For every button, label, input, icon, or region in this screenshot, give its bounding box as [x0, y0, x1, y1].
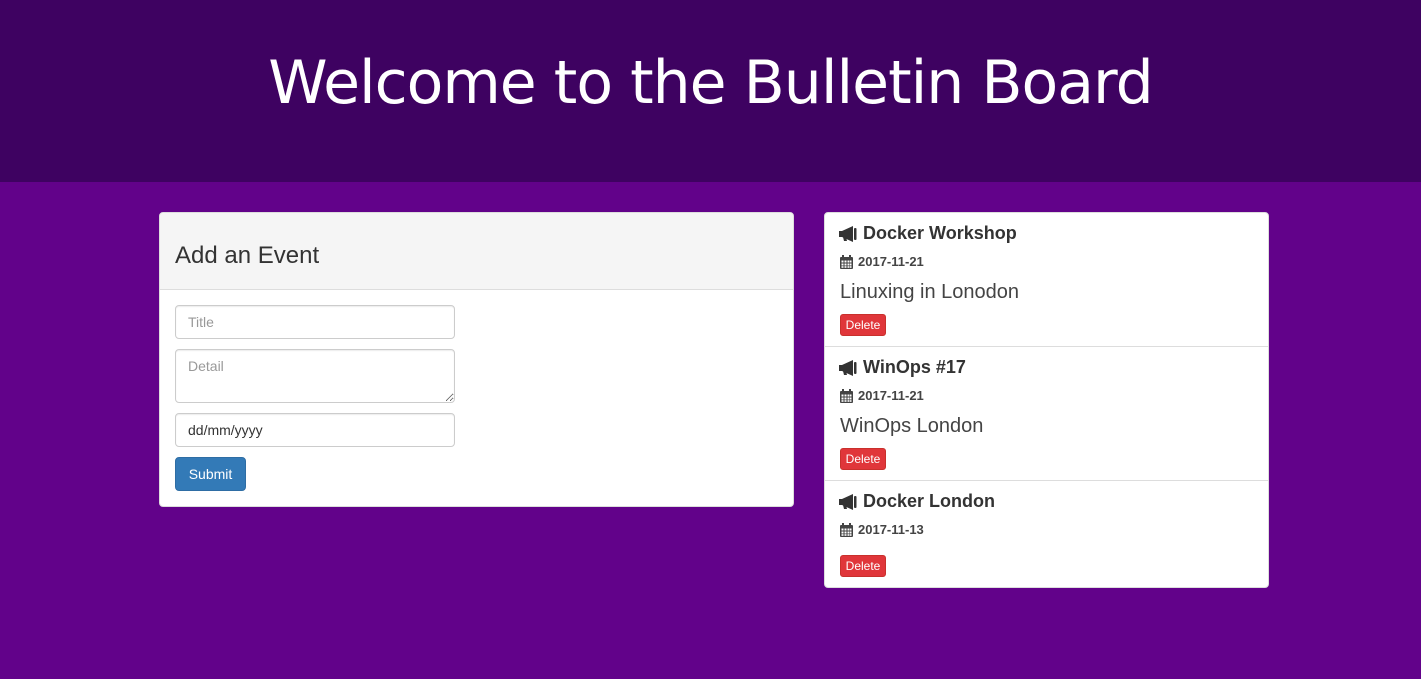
- event-date-row: 2017-11-21: [840, 254, 924, 269]
- event-list: Docker Workshop 2017-11-21 Linuxing in L…: [824, 212, 1269, 588]
- event-date-row: 2017-11-21: [840, 388, 924, 403]
- calendar-icon: [840, 388, 853, 403]
- bullhorn-icon: [839, 225, 858, 242]
- calendar-icon: [840, 522, 853, 537]
- add-event-panel: Add an Event Submit: [159, 212, 794, 507]
- event-date: 2017-11-21: [858, 388, 924, 403]
- event-item: Docker Workshop 2017-11-21 Linuxing in L…: [825, 213, 1268, 347]
- bullhorn-icon: [839, 359, 858, 376]
- event-date: 2017-11-21: [858, 254, 924, 269]
- add-event-panel-heading: Add an Event: [160, 213, 793, 290]
- event-detail: WinOps London: [840, 415, 984, 437]
- event-title: Docker Workshop: [863, 223, 1017, 243]
- submit-button[interactable]: Submit: [175, 457, 246, 491]
- event-title-row: Docker London: [839, 491, 995, 512]
- event-item: Docker London 2017-11-13 Delete: [825, 481, 1268, 587]
- event-date-row: 2017-11-13: [840, 522, 924, 537]
- event-title-row: WinOps #17: [839, 357, 966, 378]
- event-title: WinOps #17: [863, 357, 966, 377]
- bullhorn-icon: [839, 493, 858, 510]
- event-title: Docker London: [863, 491, 996, 511]
- calendar-icon: [840, 254, 853, 269]
- event-date: 2017-11-13: [858, 522, 924, 537]
- page-header: Welcome to the Bulletin Board: [0, 0, 1421, 182]
- title-input[interactable]: [175, 305, 455, 339]
- delete-button[interactable]: Delete: [840, 448, 886, 470]
- page-title: Welcome to the Bulletin Board: [268, 48, 1153, 118]
- event-item: WinOps #17 2017-11-21 WinOps London Dele…: [825, 347, 1268, 481]
- delete-button[interactable]: Delete: [840, 555, 886, 577]
- detail-input[interactable]: [175, 349, 455, 403]
- add-event-heading: Add an Event: [175, 242, 320, 269]
- event-detail: Linuxing in Lonodon: [840, 281, 1020, 303]
- date-input[interactable]: [175, 413, 455, 447]
- event-title-row: Docker Workshop: [839, 223, 1017, 244]
- delete-button[interactable]: Delete: [840, 314, 886, 336]
